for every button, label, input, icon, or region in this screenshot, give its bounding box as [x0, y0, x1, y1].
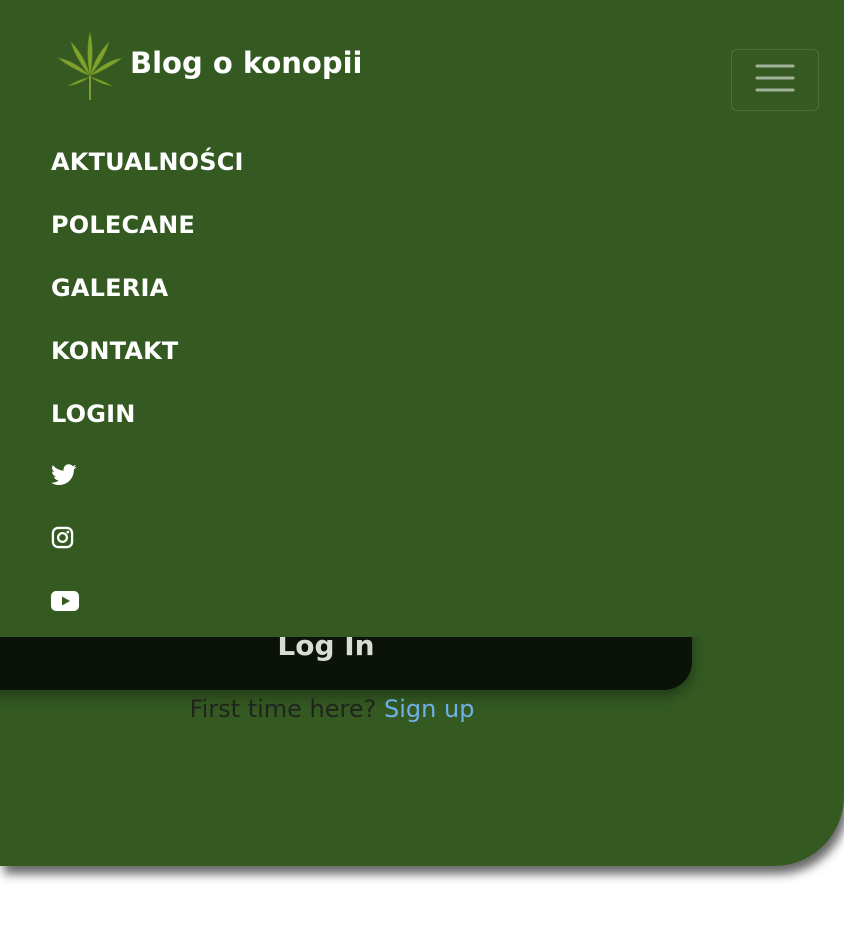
nav-link-aktualnosci[interactable]: AKTUALNOŚCI: [51, 148, 244, 176]
cannabis-leaf-icon: [54, 30, 124, 102]
brand-title: Blog o konopii: [130, 46, 363, 80]
nav-item-galeria: GALERIA: [51, 256, 244, 319]
nav-item-aktualnosci: AKTUALNOŚCI: [51, 130, 244, 193]
signup-prompt-text: First time here?: [189, 695, 377, 723]
nav-item-youtube: [51, 571, 244, 634]
nav-item-instagram: [51, 508, 244, 571]
signup-prompt: First time here? Sign up: [0, 695, 664, 723]
hamburger-menu-icon: [755, 63, 795, 97]
youtube-icon[interactable]: [51, 590, 79, 615]
nav-item-polecane: POLECANE: [51, 193, 244, 256]
navbar: Blog o konopii AKTUALNOŚCI POLECANE GALE…: [0, 0, 844, 637]
nav-item-login: LOGIN: [51, 382, 244, 445]
nav-item-kontakt: KONTAKT: [51, 319, 244, 382]
brand-link[interactable]: Blog o konopii: [54, 30, 362, 102]
nav-link-galeria[interactable]: GALERIA: [51, 274, 168, 302]
nav-menu: AKTUALNOŚCI POLECANE GALERIA KONTAKT LOG…: [51, 130, 244, 634]
signup-link[interactable]: Sign up: [384, 695, 474, 723]
page: Log In First time here? Sign up Blog o k…: [0, 0, 844, 930]
navbar-toggler-button[interactable]: [731, 49, 819, 111]
twitter-icon[interactable]: [51, 463, 77, 490]
nav-link-login[interactable]: LOGIN: [51, 400, 136, 428]
nav-link-kontakt[interactable]: KONTAKT: [51, 337, 178, 365]
nav-link-polecane[interactable]: POLECANE: [51, 211, 195, 239]
nav-item-twitter: [51, 445, 244, 508]
instagram-icon[interactable]: [51, 526, 74, 553]
